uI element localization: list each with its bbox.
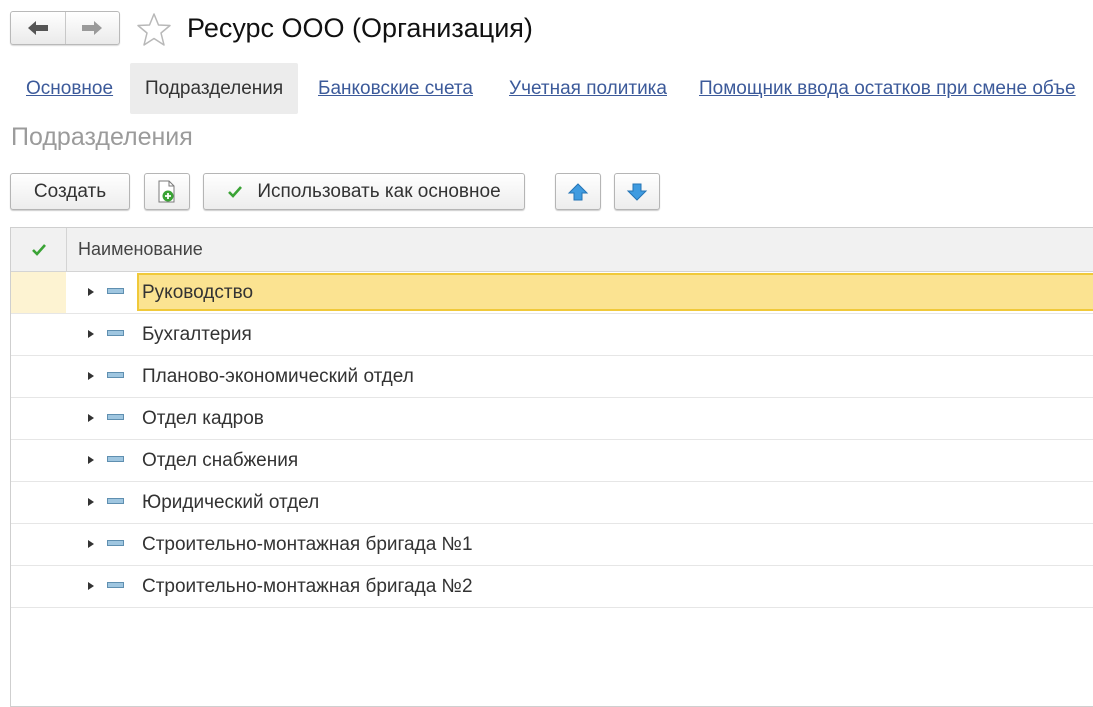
main-flag-cell: [11, 398, 66, 439]
main-flag-cell: [11, 314, 66, 355]
tab-departments[interactable]: Подразделения: [130, 63, 299, 114]
department-icon: [107, 372, 124, 378]
main-flag-cell: [11, 566, 66, 607]
expand-icon[interactable]: [88, 414, 94, 422]
row-name: Бухгалтерия: [142, 324, 252, 345]
move-down-button[interactable]: [614, 173, 660, 210]
expand-icon[interactable]: [88, 456, 94, 464]
department-icon: [107, 414, 124, 420]
table-row[interactable]: Отдел кадров: [11, 398, 1093, 440]
row-name: Отдел снабжения: [142, 450, 299, 471]
main-flag-cell: [11, 482, 66, 523]
expand-icon[interactable]: [88, 498, 94, 506]
back-button[interactable]: [11, 12, 65, 44]
arrow-right-icon: [82, 21, 103, 35]
department-icon: [107, 582, 124, 588]
row-name: Отдел кадров: [142, 408, 264, 429]
table-row[interactable]: Руководство: [11, 272, 1093, 314]
tab-bar: Основное Подразделения Банковские счета …: [0, 63, 1093, 114]
expand-icon[interactable]: [88, 582, 94, 590]
table-row[interactable]: Отдел снабжения: [11, 440, 1093, 482]
arrow-up-icon: [567, 182, 589, 200]
row-name: Юридический отдел: [142, 492, 320, 513]
tab-balance-assistant[interactable]: Помощник ввода остатков при смене объе: [699, 63, 1076, 114]
main-column-header[interactable]: [11, 228, 67, 271]
row-name: Руководство: [142, 282, 254, 303]
table-row[interactable]: Планово-экономический отдел: [11, 356, 1093, 398]
department-icon: [107, 288, 124, 294]
department-icon: [107, 540, 124, 546]
tab-accounting-policy[interactable]: Учетная политика: [509, 63, 667, 114]
forward-button[interactable]: [64, 12, 120, 44]
row-name: Планово-экономический отдел: [142, 366, 414, 387]
main-flag-cell: [11, 524, 66, 565]
arrow-left-icon: [27, 21, 48, 35]
checkmark-icon: [228, 185, 243, 198]
main-flag-cell: [11, 272, 66, 313]
main-flag-cell: [11, 440, 66, 481]
row-name: Строительно-монтажная бригада №2: [142, 576, 473, 597]
copy-button[interactable]: [144, 173, 190, 210]
expand-icon[interactable]: [88, 288, 94, 296]
expand-icon[interactable]: [88, 540, 94, 548]
department-icon: [107, 456, 124, 462]
table-row[interactable]: Юридический отдел: [11, 482, 1093, 524]
department-icon: [107, 498, 124, 504]
use-as-main-label: Использовать как основное: [257, 180, 501, 202]
department-icon: [107, 330, 124, 336]
selected-cell: [137, 273, 1093, 311]
document-add-icon: [158, 180, 175, 202]
row-name: Строительно-монтажная бригада №1: [142, 534, 473, 555]
move-up-button[interactable]: [555, 173, 601, 210]
table-row[interactable]: Строительно-монтажная бригада №2: [11, 566, 1093, 608]
table-row[interactable]: Строительно-монтажная бригада №1: [11, 524, 1093, 566]
section-title: Подразделения: [11, 123, 193, 151]
create-button-label: Создать: [33, 180, 107, 202]
tab-bank-accounts[interactable]: Банковские счета: [318, 63, 473, 114]
arrow-down-icon: [626, 183, 648, 201]
checkmark-icon: [31, 243, 46, 256]
use-as-main-button[interactable]: Использовать как основное: [203, 173, 525, 210]
main-flag-cell: [11, 356, 66, 397]
tab-main[interactable]: Основное: [26, 63, 113, 114]
star-icon[interactable]: [136, 12, 172, 48]
name-column-header[interactable]: Наименование: [78, 228, 203, 271]
create-button[interactable]: Создать: [10, 173, 130, 210]
expand-icon[interactable]: [88, 372, 94, 380]
departments-table: Наименование Руководство Бухгалтерия Пла…: [10, 227, 1093, 707]
table-row[interactable]: Бухгалтерия: [11, 314, 1093, 356]
navigation-buttons: [10, 11, 120, 45]
page-title: Ресурс ООО (Организация): [187, 13, 533, 43]
table-header: Наименование: [11, 228, 1093, 272]
expand-icon[interactable]: [88, 330, 94, 338]
